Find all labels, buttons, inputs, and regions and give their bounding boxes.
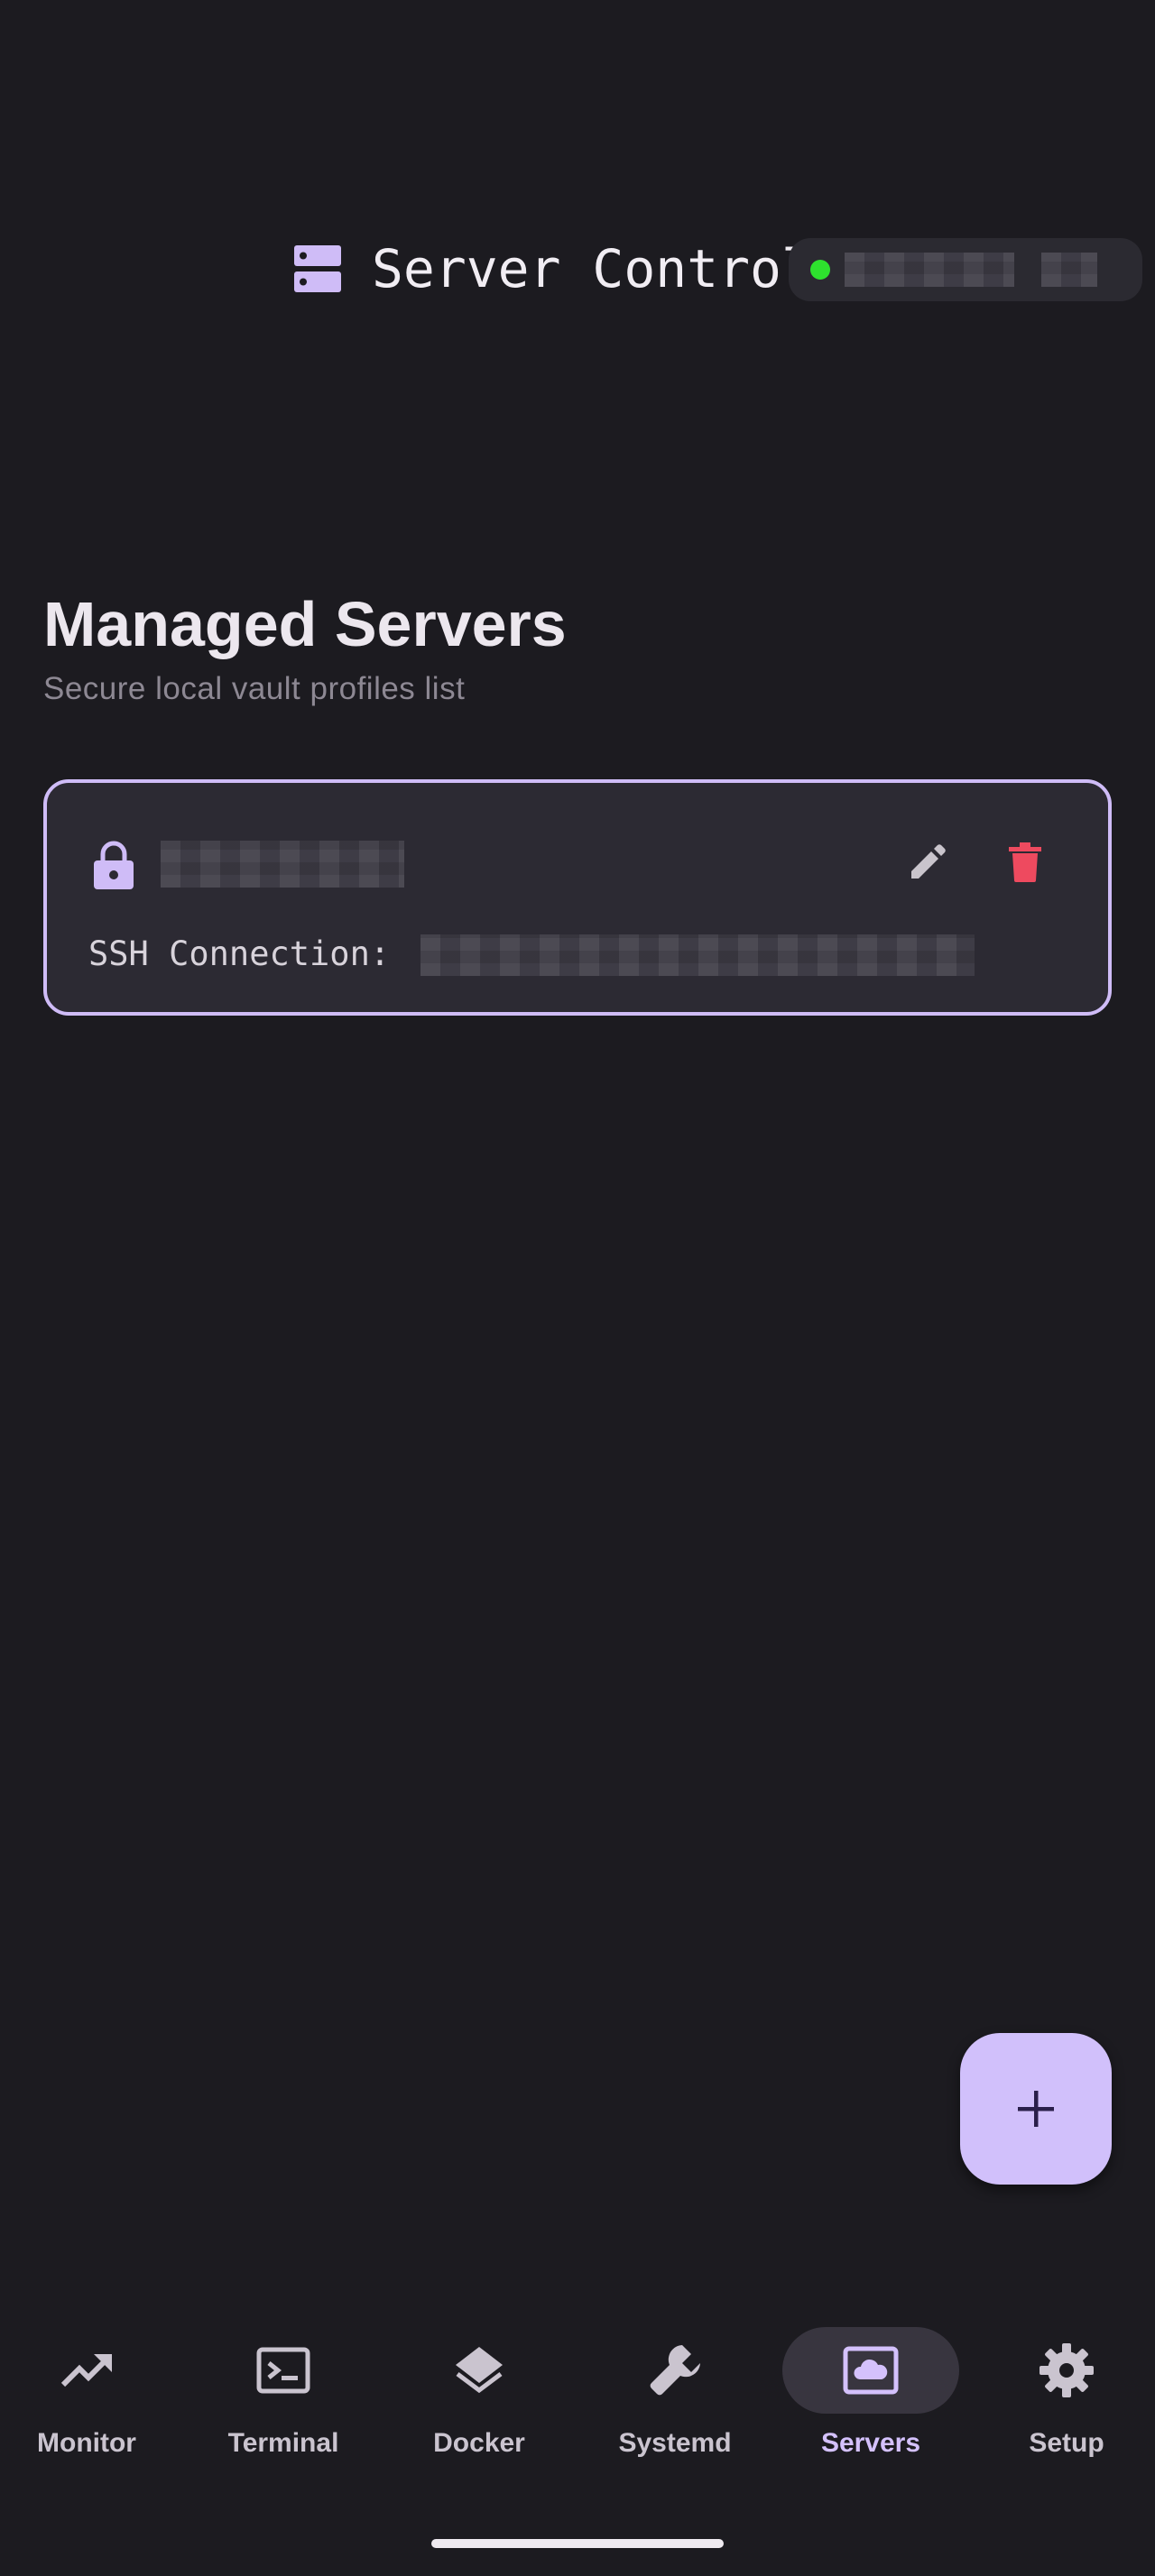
nav-item-monitor[interactable]: Monitor: [0, 2327, 177, 2471]
nav-label: Terminal: [227, 2428, 339, 2458]
nav-item-terminal[interactable]: Terminal: [193, 2327, 374, 2471]
app-root: Server Control Managed Servers Secure lo…: [0, 0, 1155, 2576]
layers-icon: [456, 2347, 503, 2394]
plus-icon: [1018, 2091, 1054, 2127]
edit-server-button[interactable]: [895, 830, 960, 895]
nav-label: Systemd: [618, 2428, 732, 2458]
pencil-icon: [911, 844, 946, 879]
status-indicator-dot: [810, 260, 830, 280]
redacted-ssh-address: [420, 934, 975, 976]
server-stack-icon: [294, 245, 341, 292]
server-card[interactable]: SSH Connection:: [43, 779, 1112, 1016]
ssh-connection-label: SSH Connection:: [88, 934, 391, 973]
page-subtitle: Secure local vault profiles list: [43, 671, 466, 706]
app-title: Server Control: [372, 238, 813, 299]
nav-label: Docker: [433, 2428, 525, 2458]
trending-up-icon: [60, 2354, 112, 2387]
nav-label: Monitor: [37, 2428, 136, 2458]
redacted-host-text-2: [1041, 253, 1097, 287]
add-server-button[interactable]: [960, 2033, 1112, 2185]
wrench-icon: [650, 2345, 700, 2396]
nav-item-docker[interactable]: Docker: [389, 2327, 569, 2471]
terminal-icon: [256, 2347, 310, 2394]
redacted-server-name: [161, 841, 404, 888]
gear-icon: [1040, 2343, 1094, 2397]
trash-icon: [1009, 842, 1041, 882]
connection-status-pill[interactable]: [789, 238, 1142, 301]
nav-item-systemd[interactable]: Systemd: [585, 2327, 765, 2471]
nav-item-servers[interactable]: Servers: [781, 2327, 961, 2471]
delete-server-button[interactable]: [993, 830, 1058, 895]
page-title: Managed Servers: [43, 589, 567, 659]
lock-icon: [94, 841, 134, 889]
nav-label: Setup: [1029, 2428, 1104, 2458]
redacted-host-text: [845, 253, 1014, 287]
home-gesture-bar[interactable]: [431, 2539, 724, 2548]
nav-item-setup[interactable]: Setup: [976, 2327, 1155, 2471]
nav-label: Servers: [820, 2428, 921, 2458]
cloud-screen-icon: [843, 2346, 899, 2395]
